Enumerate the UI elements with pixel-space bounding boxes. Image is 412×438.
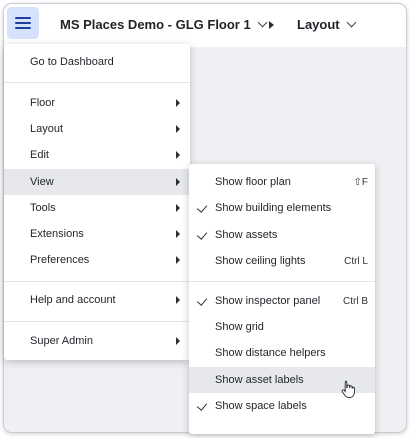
menu-item-label: Show inspector panel [215, 295, 321, 307]
hamburger-icon-line [15, 27, 31, 29]
menu-item-label: Layout [30, 123, 64, 135]
view-item-show-assets[interactable]: Show assets [189, 222, 375, 248]
menu-item-label: Extensions [30, 228, 84, 240]
menu-item-label: Tools [30, 202, 56, 214]
layout-title: Layout [297, 17, 340, 32]
caret-right-icon [176, 296, 180, 304]
menu-item-label: Edit [30, 149, 49, 161]
view-item-show-ceiling-lights[interactable]: Show ceiling lights Ctrl L [189, 248, 375, 274]
hamburger-icon-line [15, 17, 31, 19]
main-menu-button[interactable] [7, 7, 39, 39]
menu-item-label: Show building elements [215, 202, 332, 214]
view-item-show-building-elements[interactable]: Show building elements [189, 195, 375, 221]
caret-right-icon [176, 204, 180, 212]
main-menu: Go to Dashboard Floor Layout Edit View T… [4, 44, 190, 360]
menu-item-label: Preferences [30, 254, 90, 266]
menu-item-edit[interactable]: Edit [4, 142, 190, 168]
caret-right-icon [176, 125, 180, 133]
menu-divider [4, 321, 190, 322]
menu-item-go-to-dashboard[interactable]: Go to Dashboard [4, 49, 190, 75]
caret-right-icon [176, 256, 180, 264]
caret-right-icon [176, 337, 180, 345]
menu-item-help-and-account[interactable]: Help and account [4, 287, 190, 313]
check-icon [196, 400, 208, 411]
menu-item-label: View [30, 176, 54, 188]
project-selector[interactable]: MS Places Demo - GLG Floor 1 [60, 17, 268, 32]
menu-divider [4, 82, 190, 83]
menu-item-label: Show floor plan [215, 176, 291, 188]
view-item-show-inspector-panel[interactable]: Show inspector panel Ctrl B [189, 288, 375, 314]
caret-right-icon [269, 21, 274, 29]
shortcut-label: Ctrl B [343, 295, 368, 307]
menu-item-label: Super Admin [30, 335, 93, 347]
shortcut-label: ⇧F [353, 176, 369, 188]
view-item-show-distance-helpers[interactable]: Show distance helpers [189, 340, 375, 366]
menu-item-label: Show grid [215, 321, 264, 333]
menu-item-preferences[interactable]: Preferences [4, 247, 190, 273]
menu-item-label: Show assets [215, 229, 278, 241]
chevron-down-icon [346, 17, 357, 28]
hamburger-icon-line [15, 22, 31, 24]
menu-item-label: Show distance helpers [215, 347, 326, 359]
caret-right-icon [176, 151, 180, 159]
menu-item-super-admin[interactable]: Super Admin [4, 328, 190, 354]
project-title: MS Places Demo - GLG Floor 1 [60, 17, 251, 32]
menu-item-label: Help and account [30, 294, 116, 306]
layout-selector[interactable]: Layout [297, 17, 357, 32]
menu-item-layout[interactable]: Layout [4, 116, 190, 142]
menu-item-tools[interactable]: Tools [4, 195, 190, 221]
check-icon [196, 229, 208, 240]
menu-item-view[interactable]: View [4, 169, 190, 195]
menu-item-label: Floor [30, 97, 56, 109]
check-icon [196, 295, 208, 306]
menu-item-floor[interactable]: Floor [4, 90, 190, 116]
top-bar: MS Places Demo - GLG Floor 1 Layout [4, 4, 406, 47]
menu-item-label: Show space labels [215, 400, 307, 412]
shortcut-label: Ctrl L [344, 255, 368, 267]
menu-item-label: Go to Dashboard [30, 56, 114, 68]
hand-pointer-icon [341, 380, 355, 398]
caret-right-icon [176, 178, 180, 186]
menu-item-label: Show asset labels [215, 374, 304, 386]
menu-item-extensions[interactable]: Extensions [4, 221, 190, 247]
view-item-show-floor-plan[interactable]: Show floor plan ⇧F [189, 169, 375, 195]
menu-item-label: Show ceiling lights [215, 255, 306, 267]
view-item-show-grid[interactable]: Show grid [189, 314, 375, 340]
caret-right-icon [176, 230, 180, 238]
chevron-down-icon [257, 17, 268, 28]
menu-divider [4, 281, 190, 282]
check-icon [196, 202, 208, 213]
menu-divider [189, 281, 375, 282]
caret-right-icon [176, 99, 180, 107]
